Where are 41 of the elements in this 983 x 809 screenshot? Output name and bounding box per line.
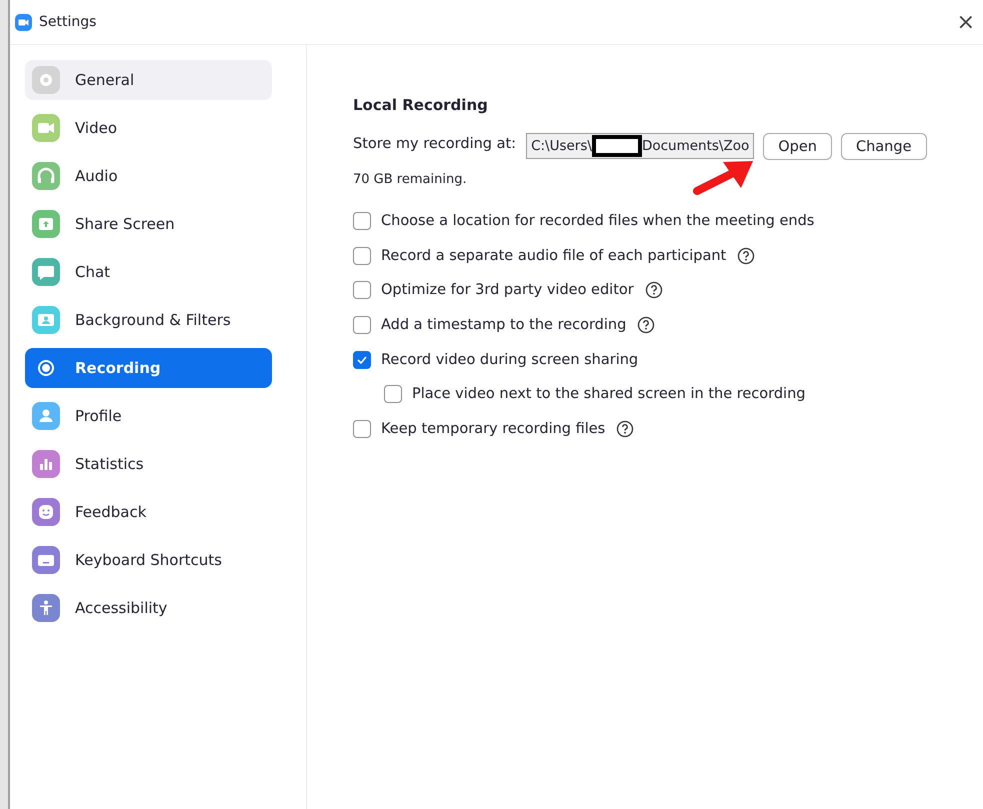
sidebar-item[interactable]: General [25, 60, 272, 100]
option-label: Add a timestamp to the recording [381, 317, 626, 334]
path-field: C:\Users\ Documents\Zoo [526, 132, 754, 158]
checkbox[interactable] [353, 350, 371, 369]
close-button[interactable]: × [952, 10, 979, 34]
sidebar-item[interactable]: Keyboard Shortcuts [25, 540, 272, 580]
action-button[interactable]: Open [763, 133, 832, 160]
help-icon[interactable] [737, 246, 756, 265]
option-label: Place video next to the shared screen in the recording [412, 386, 806, 402]
sidebar-item[interactable]: Recording [25, 348, 272, 388]
help-icon[interactable] [644, 281, 663, 300]
checkbox[interactable] [353, 246, 371, 265]
arrow-icon [693, 160, 755, 196]
store-label: Store my recording at: [353, 136, 516, 152]
app-logo-icon [15, 14, 32, 30]
sidebar-item[interactable]: Chat [25, 252, 272, 292]
checkbox[interactable] [384, 385, 402, 404]
checkbox[interactable] [353, 212, 371, 230]
checkbox[interactable] [353, 281, 371, 300]
check-icon [356, 354, 368, 366]
help-icon[interactable] [637, 316, 656, 334]
option-label: Keep temporary recording files [381, 420, 606, 437]
sidebar-item[interactable]: Audio [25, 156, 272, 196]
sidebar-item[interactable]: Background & Filters [25, 300, 272, 340]
sidebar-item[interactable]: Profile [25, 396, 272, 436]
sidebar-item[interactable]: Share Screen [25, 204, 272, 244]
remaining-space: 70 GB remaining. [353, 172, 468, 187]
option-label: Record a separate audio file of each participant [381, 248, 726, 264]
section-heading: Local Recording [353, 96, 489, 114]
option-label: Choose a location for recorded files when the meeting ends [381, 213, 814, 230]
action-button[interactable]: Change [840, 133, 926, 160]
window-title: Settings [39, 14, 98, 30]
sidebar-item[interactable]: Video [25, 108, 272, 148]
option-label: Optimize for 3rd party video editor [381, 282, 634, 298]
help-icon[interactable] [616, 420, 634, 438]
sidebar-item[interactable]: Feedback [25, 492, 272, 532]
sidebar-item[interactable]: Accessibility [25, 588, 272, 628]
sidebar-item[interactable]: Statistics [25, 444, 272, 484]
checkbox[interactable] [353, 420, 371, 438]
checkbox[interactable] [353, 316, 371, 334]
option-label: Record video during screen sharing [381, 352, 638, 368]
